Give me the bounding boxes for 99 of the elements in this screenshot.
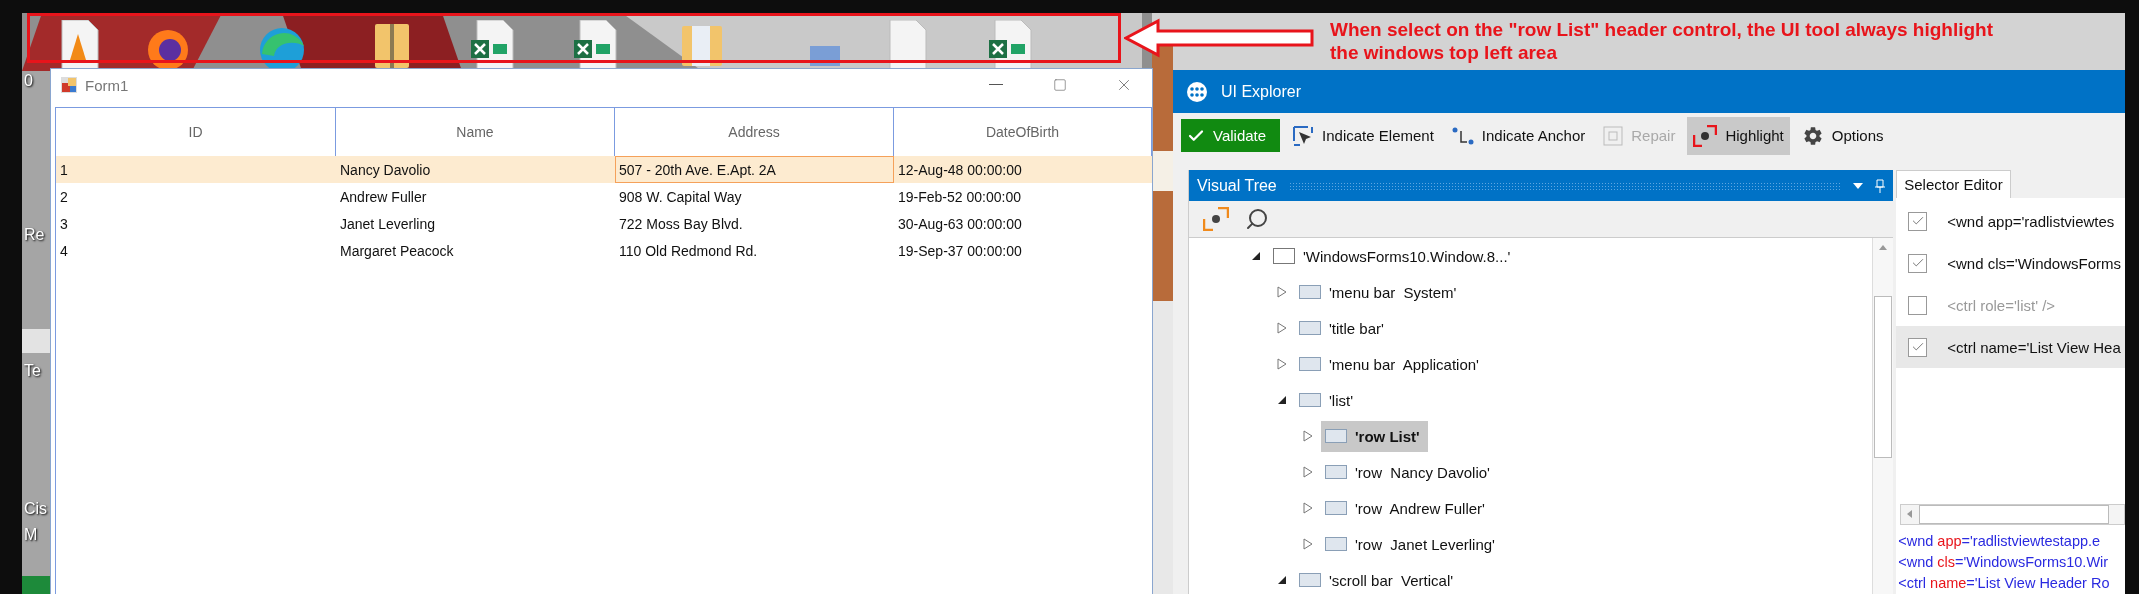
- tree-node[interactable]: 'row Janet Leverling': [1321, 528, 1503, 560]
- table-cell-text: 19-Sep-37 00:00:00: [897, 241, 1023, 261]
- check-icon: [1910, 340, 1925, 354]
- desktop-icon-label: Re: [24, 226, 45, 244]
- toolbar-button[interactable]: Indicate Element: [1286, 116, 1440, 155]
- checkbox[interactable]: [1908, 211, 1928, 231]
- table-row[interactable]: 3 Janet Leverling 722 Moss Bay Blvd. 30-Aug-63 00:00:00: [56, 210, 1152, 237]
- highlight-target-icon: [1693, 124, 1718, 147]
- column-header[interactable]: Address: [615, 108, 894, 156]
- element-node-icon: [1325, 429, 1347, 443]
- table-cell-text: 30-Aug-63 00:00:00: [897, 214, 1023, 234]
- table-cell-text: Janet Leverling: [339, 214, 436, 234]
- app-icon: [61, 77, 77, 93]
- element-node-icon: [1299, 321, 1321, 335]
- table-cell-text: 2: [59, 187, 69, 207]
- element-node-icon: [1325, 537, 1347, 551]
- tree-node[interactable]: 'list': [1295, 384, 1362, 416]
- table-cell-text: 908 W. Capital Way: [618, 187, 743, 207]
- maximize-icon: [1053, 78, 1067, 92]
- selector-code-line: <wnd app='radlistviewtestapp.e: [1898, 532, 2102, 551]
- checkbox[interactable]: [1908, 253, 1928, 273]
- search-icon[interactable]: [1245, 207, 1269, 231]
- table-row[interactable]: 1 Nancy Davolio 507 - 20th Ave. E.Apt. 2A 12-Aug-48 00:00:00: [56, 156, 1152, 183]
- highlight-target-icon[interactable]: [1203, 207, 1229, 231]
- toolbar-button[interactable]: Validate: [1181, 119, 1281, 152]
- scrollbar[interactable]: [1900, 504, 2125, 525]
- desktop-icon-label: 0: [24, 72, 33, 90]
- minimize-icon: [989, 84, 1003, 86]
- window-title: UI Explorer: [1221, 82, 1302, 101]
- check-icon: [1910, 214, 1925, 228]
- element-node-icon: [1299, 357, 1321, 371]
- check-icon: [1910, 256, 1925, 270]
- selector-text: <wnd app='radlistviewtes: [1947, 212, 2115, 230]
- collapsed-triangle-icon[interactable]: [1303, 538, 1313, 550]
- checkbox[interactable]: [1908, 337, 1928, 357]
- selector-row[interactable]: <ctrl name='List View Hea: [1896, 326, 2125, 368]
- table-cell: 507 - 20th Ave. E.Apt. 2A: [615, 156, 894, 183]
- cursor-square-icon: [1292, 124, 1315, 147]
- panel-title: Visual Tree: [1197, 176, 1277, 195]
- selector-code-line: <wnd cls='WindowsForms10.Wir: [1898, 553, 2110, 572]
- window-title: Form1: [85, 76, 130, 94]
- scrollbar-thumb[interactable]: [1919, 505, 2110, 524]
- dropdown-icon[interactable]: [1853, 182, 1864, 189]
- desktop-icon-label: Cis: [24, 500, 48, 518]
- tree-node[interactable]: 'row Andrew Fuller': [1321, 492, 1493, 524]
- element-node-icon: [1299, 285, 1321, 299]
- collapsed-triangle-icon[interactable]: [1277, 358, 1287, 370]
- table-row[interactable]: 4 Margaret Peacock 110 Old Redmond Rd. 19-Sep-37 00:00:00: [56, 237, 1152, 264]
- scrollbar-thumb[interactable]: [1874, 296, 1893, 458]
- collapsed-triangle-icon[interactable]: [1303, 502, 1313, 514]
- scrollbar[interactable]: [1872, 238, 1894, 594]
- selector-text: <ctrl name='List View Hea: [1947, 338, 2121, 356]
- app-logo-icon: [1187, 81, 1207, 102]
- desktop-icon-label: Te: [24, 362, 41, 380]
- table-cell-text: 1: [59, 160, 69, 180]
- element-node-icon: [1299, 573, 1321, 587]
- collapsed-triangle-icon[interactable]: [1303, 430, 1313, 442]
- table-row[interactable]: 2 Andrew Fuller 908 W. Capital Way 19-Feb-52 00:00:00: [56, 183, 1152, 210]
- collapsed-triangle-icon[interactable]: [1303, 466, 1313, 478]
- selector-text: <ctrl role='list' />: [1947, 296, 2056, 314]
- collapsed-triangle-icon[interactable]: [1277, 322, 1287, 334]
- anchor-dots-icon: [1451, 125, 1474, 146]
- desktop-icon-label: M: [24, 526, 38, 544]
- tree-node[interactable]: 'menu bar System': [1295, 276, 1465, 308]
- element-node-icon: [1325, 465, 1347, 479]
- table-cell-text: 12-Aug-48 00:00:00: [897, 160, 1023, 180]
- table-cell-text: 4: [59, 241, 69, 261]
- tree-node[interactable]: 'row List': [1321, 420, 1428, 452]
- repair-square-icon: [1603, 125, 1624, 146]
- toolbar-button[interactable]: Indicate Anchor: [1445, 116, 1592, 155]
- tree-node[interactable]: 'menu bar Application': [1295, 348, 1487, 380]
- table-cell-text: Margaret Peacock: [339, 241, 455, 261]
- collapsed-triangle-icon[interactable]: [1277, 286, 1287, 298]
- element-node-icon: [1325, 501, 1347, 515]
- selector-text: <wnd cls='WindowsForms: [1947, 254, 2121, 272]
- table-cell-text: 110 Old Redmond Rd.: [618, 241, 759, 261]
- expanded-triangle-icon[interactable]: [1277, 395, 1287, 405]
- expanded-triangle-icon[interactable]: [1277, 575, 1287, 585]
- table-cell-text: 19-Feb-52 00:00:00: [897, 187, 1022, 207]
- tree-node[interactable]: 'scroll bar Vertical': [1295, 564, 1462, 594]
- selector-row[interactable]: <wnd app='radlistviewtes: [1896, 200, 2125, 242]
- table-cell-text: 722 Moss Bay Blvd.: [618, 214, 744, 234]
- table-cell-text: 3: [59, 214, 69, 234]
- tree-node[interactable]: 'title bar': [1295, 312, 1392, 344]
- toolbar-button[interactable]: Options: [1795, 116, 1890, 155]
- pin-icon[interactable]: [1875, 178, 1886, 193]
- selector-code-line: <ctrl name='List View Header Ro: [1898, 574, 2111, 593]
- checkbox[interactable]: [1908, 295, 1928, 315]
- window-node-icon: [1273, 248, 1295, 264]
- table-cell-text: Nancy Davolio: [339, 160, 432, 180]
- expanded-triangle-icon[interactable]: [1251, 251, 1261, 261]
- table-cell-text: Andrew Fuller: [339, 187, 428, 207]
- tree-node[interactable]: 'row Nancy Davolio': [1321, 456, 1498, 488]
- selector-row[interactable]: <wnd cls='WindowsForms: [1896, 242, 2125, 284]
- toolbar-button[interactable]: Highlight: [1687, 116, 1790, 155]
- panel-tab[interactable]: Selector Editor: [1896, 170, 2011, 198]
- settings-icon: [1801, 124, 1824, 147]
- element-node-icon: [1299, 393, 1321, 407]
- tree-node[interactable]: 'WindowsForms10.Window.8...': [1269, 240, 1519, 272]
